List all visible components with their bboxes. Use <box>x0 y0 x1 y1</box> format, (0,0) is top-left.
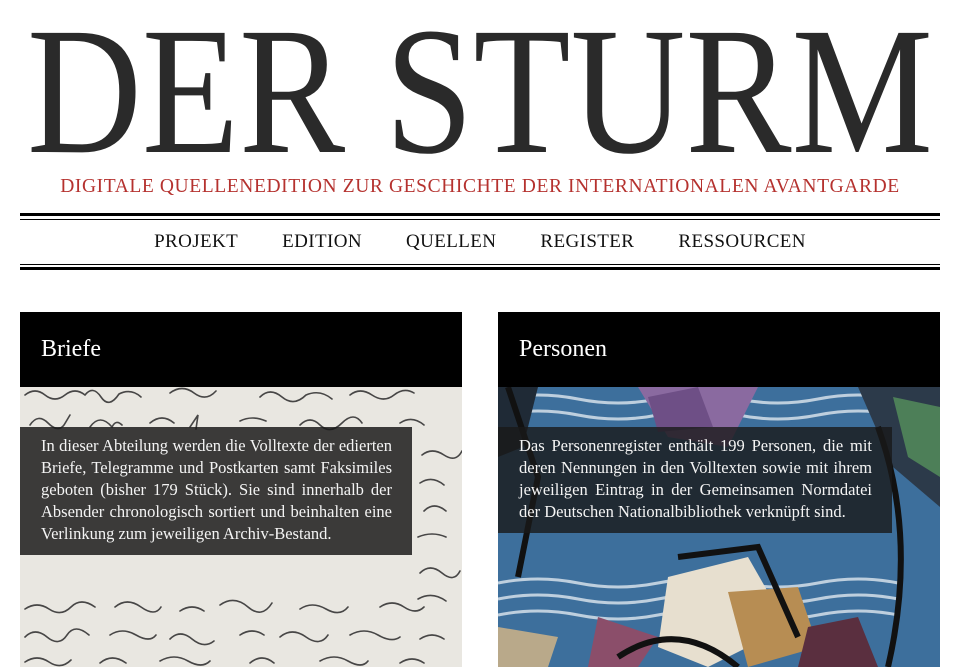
nav-top-rule-thin <box>20 219 940 220</box>
nav-top-rule <box>20 213 940 216</box>
card-briefe-text: In dieser Abteilung werden die Volltexte… <box>20 427 412 555</box>
nav-item-ressourcen[interactable]: RESSOURCEN <box>678 231 806 253</box>
nav-item-register[interactable]: REGISTER <box>540 231 634 253</box>
nav-item-projekt[interactable]: PROJEKT <box>154 231 238 253</box>
card-briefe-title[interactable]: Briefe <box>20 312 462 387</box>
card-personen-text: Das Personenregister enthält 199 Persone… <box>498 427 892 533</box>
nav-bottom-rule-thin <box>20 264 940 265</box>
card-personen-title[interactable]: Personen <box>498 312 940 387</box>
site-subtitle: DIGITALE QUELLENEDITION ZUR GESCHICHTE D… <box>60 176 900 197</box>
site-title[interactable]: DER STURM <box>20 10 940 170</box>
nav-item-edition[interactable]: EDITION <box>282 231 362 253</box>
site-title-text: DER STURM <box>27 10 933 170</box>
card-briefe[interactable]: Briefe In dieser Abteilung werden die Vo… <box>20 312 462 667</box>
nav-bottom-rule <box>20 267 940 270</box>
main-nav: PROJEKT EDITION QUELLEN REGISTER RESSOUR… <box>20 222 940 262</box>
card-personen[interactable]: Personen Das Personenregister enthält 19… <box>498 312 940 667</box>
nav-item-quellen[interactable]: QUELLEN <box>406 231 496 253</box>
